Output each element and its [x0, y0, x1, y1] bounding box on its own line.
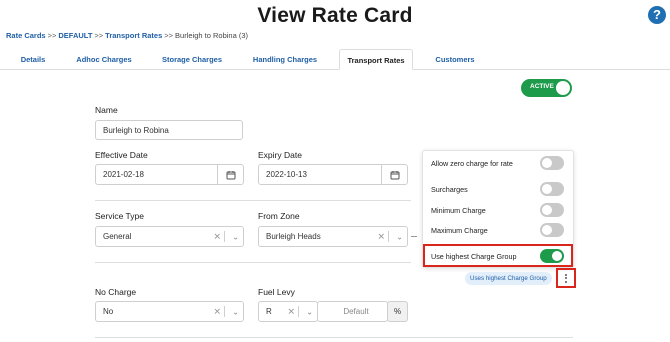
service-type-value: General: [103, 232, 132, 241]
tab-customers[interactable]: Customers: [424, 49, 486, 70]
section-divider: [95, 200, 411, 201]
tab-adhoc-charges[interactable]: Adhoc Charges: [68, 49, 140, 70]
option-allow-zero-charge-label: Allow zero charge for rate: [431, 159, 513, 168]
expiry-date-label: Expiry Date: [258, 150, 302, 160]
from-zone-select[interactable]: Burleigh Heads ✕ ⌄: [258, 226, 408, 247]
service-type-label: Service Type: [95, 211, 144, 221]
fuel-levy-label: Fuel Levy: [258, 287, 295, 297]
maximum-charge-toggle[interactable]: [540, 223, 564, 237]
select-divider: [388, 231, 389, 242]
charge-group-badge: Uses highest Charge Group: [465, 272, 552, 285]
breadcrumb-current: Burleigh to Robina (3): [175, 31, 249, 40]
percent-suffix: %: [393, 307, 402, 316]
more-options-icon[interactable]: [560, 272, 572, 284]
from-zone-value: Burleigh Heads: [266, 232, 321, 241]
fuel-levy-placeholder: Default: [343, 307, 369, 316]
toggle-knob: [542, 184, 552, 194]
chevron-down-icon[interactable]: ⌄: [306, 307, 313, 316]
select-divider: [224, 306, 225, 317]
breadcrumb-separator: >>: [164, 31, 174, 40]
dot: [565, 280, 567, 283]
chevron-down-icon[interactable]: ⌄: [232, 232, 239, 241]
section-divider: [95, 262, 411, 263]
dot: [565, 273, 567, 276]
allow-zero-charge-toggle[interactable]: [540, 156, 564, 170]
option-surcharges-label: Surcharges: [431, 185, 468, 194]
fuel-levy-unit-select[interactable]: R ✕ ⌄: [258, 301, 318, 322]
active-toggle[interactable]: ACTIVE: [521, 79, 572, 97]
chevron-down-icon[interactable]: ⌄: [232, 307, 239, 316]
breadcrumb-separator: >>: [47, 31, 57, 40]
breadcrumb: Rate Cards >> DEFAULT >> Transport Rates >> Bu…: [6, 31, 248, 40]
toggle-knob: [542, 158, 552, 168]
name-input[interactable]: Burleigh to Robina: [95, 120, 243, 140]
breadcrumb-default[interactable]: DEFAULT: [58, 31, 92, 40]
effective-date-input[interactable]: 2021-02-18: [95, 164, 244, 185]
expiry-date-input[interactable]: 2022-10-13: [258, 164, 408, 185]
page-title: View Rate Card: [257, 4, 413, 27]
option-maximum-charge-label: Maximum Charge: [431, 226, 488, 235]
expiry-date-value: 2022-10-13: [266, 170, 307, 179]
effective-date-value: 2021-02-18: [103, 170, 144, 179]
from-zone-label: From Zone: [258, 211, 300, 221]
option-minimum-charge-label: Minimum Charge: [431, 206, 486, 215]
breadcrumb-transport-rates[interactable]: Transport Rates: [105, 31, 162, 40]
no-charge-value: No: [103, 307, 114, 316]
toggle-knob: [556, 81, 570, 95]
fuel-levy-unit-value: R: [266, 307, 272, 316]
calendar-icon[interactable]: [381, 165, 407, 184]
chevron-down-icon[interactable]: ⌄: [396, 232, 403, 241]
dash-icon: [411, 236, 417, 237]
surcharges-toggle[interactable]: [540, 182, 564, 196]
minimum-charge-toggle[interactable]: [540, 203, 564, 217]
dot: [565, 277, 567, 279]
calendar-icon[interactable]: [217, 165, 243, 184]
select-divider: [224, 231, 225, 242]
section-divider: [95, 337, 573, 338]
tab-transport-rates[interactable]: Transport Rates: [339, 49, 413, 70]
effective-date-label: Effective Date: [95, 150, 148, 160]
fuel-levy-input[interactable]: Default: [317, 301, 388, 322]
breadcrumb-separator: >>: [94, 31, 104, 40]
help-icon[interactable]: ?: [648, 6, 666, 24]
active-toggle-label: ACTIVE: [530, 83, 554, 90]
name-label: Name: [95, 105, 118, 115]
toggle-knob: [542, 225, 552, 235]
highlight-box-charge-group: [423, 244, 573, 267]
breadcrumb-rate-cards[interactable]: Rate Cards: [6, 31, 46, 40]
clear-icon[interactable]: ✕: [377, 231, 385, 242]
no-charge-select[interactable]: No ✕ ⌄: [95, 301, 244, 322]
toggle-knob: [542, 205, 552, 215]
percent-addon: %: [387, 301, 408, 322]
tab-handling-charges[interactable]: Handling Charges: [244, 49, 326, 70]
tab-details[interactable]: Details: [8, 49, 58, 70]
clear-icon[interactable]: ✕: [213, 231, 221, 242]
select-divider: [298, 306, 299, 317]
name-value: Burleigh to Robina: [103, 125, 169, 135]
no-charge-label: No Charge: [95, 287, 137, 297]
clear-icon[interactable]: ✕: [287, 306, 295, 317]
tab-storage-charges[interactable]: Storage Charges: [154, 49, 230, 70]
service-type-select[interactable]: General ✕ ⌄: [95, 226, 244, 247]
clear-icon[interactable]: ✕: [213, 306, 221, 317]
